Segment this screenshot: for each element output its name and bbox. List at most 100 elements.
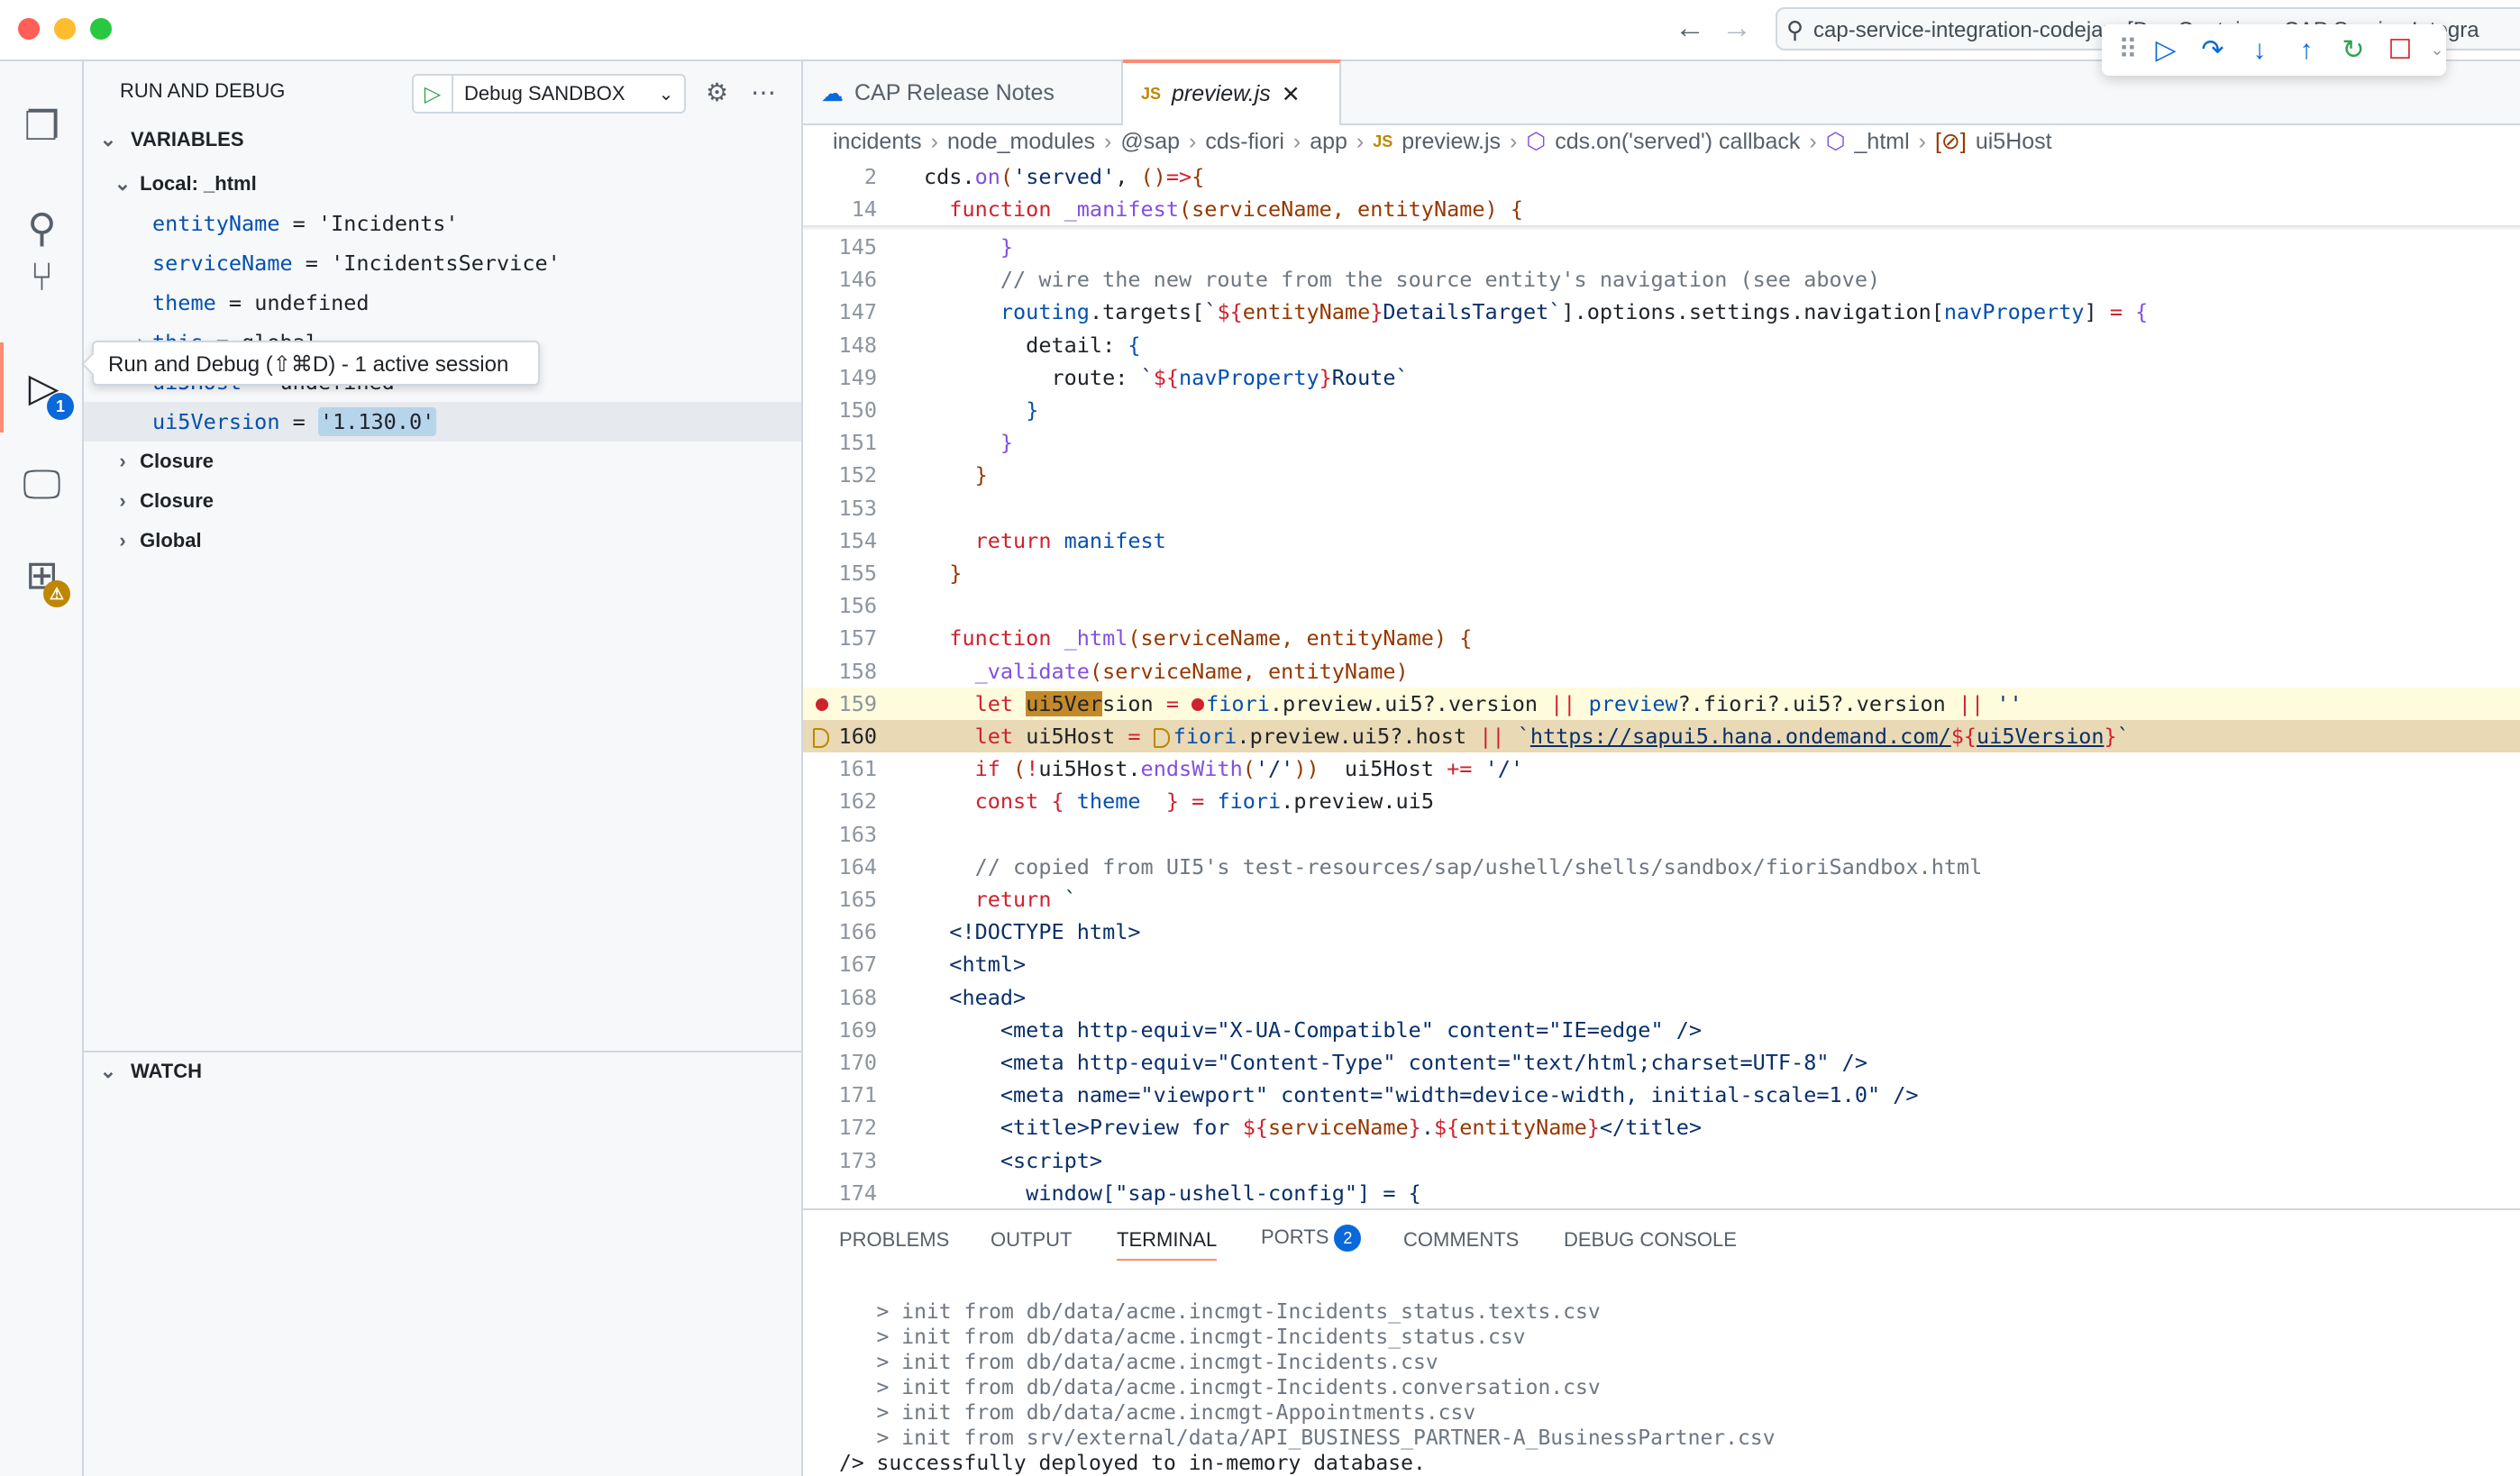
breadcrumb-item[interactable]: _html bbox=[1855, 129, 1910, 155]
code-line[interactable]: 171 <meta name="viewport" content="width… bbox=[803, 1079, 2520, 1111]
code-line[interactable]: 162 const { theme } = fiori.preview.ui5 bbox=[803, 785, 2520, 817]
run-and-debug-icon[interactable]: ▷ 1 bbox=[0, 342, 84, 433]
code-line[interactable]: 14 function _manifest(serviceName, entit… bbox=[803, 193, 2520, 225]
tab-label: PORTS bbox=[1261, 1225, 1329, 1248]
code-line[interactable]: 165 return ` bbox=[803, 883, 2520, 916]
line-number: 158 bbox=[838, 658, 877, 684]
tab-output[interactable]: OUTPUT bbox=[991, 1228, 1072, 1259]
start-debugging-icon[interactable]: ▷ bbox=[414, 76, 453, 112]
code-line[interactable]: 159 let ui5Version = fiori.preview.ui5?.… bbox=[803, 687, 2520, 720]
code-token: } bbox=[949, 560, 963, 586]
sticky-scroll-shadow bbox=[803, 225, 2520, 231]
minimize-window-button[interactable] bbox=[54, 18, 76, 40]
launch-config-select[interactable]: ▷ Debug SANDBOX ⌄ bbox=[412, 74, 686, 114]
close-tab-icon[interactable]: ✕ bbox=[1282, 81, 1301, 108]
extensions-icon[interactable]: ⊞ ⚠ bbox=[0, 539, 84, 611]
variables-section-header[interactable]: ⌄ VARIABLES bbox=[96, 128, 244, 151]
stop-icon[interactable]: ☐ bbox=[2383, 34, 2417, 66]
code-token: _manifest bbox=[1064, 196, 1179, 222]
code-line[interactable]: 170 <meta http-equiv="Content-Type" cont… bbox=[803, 1046, 2520, 1079]
code-line[interactable]: 160 let ui5Host = fiori.preview.ui5?.hos… bbox=[803, 720, 2520, 752]
code-line[interactable]: 163 bbox=[803, 818, 2520, 851]
scope-global[interactable]: › Global bbox=[84, 521, 801, 560]
code-line[interactable]: 148 detail: { bbox=[803, 329, 2520, 361]
explorer-icon[interactable]: ❐ bbox=[0, 90, 84, 162]
code-token: { bbox=[2135, 299, 2149, 325]
breadcrumb-item[interactable]: cds-fiori bbox=[1205, 129, 1284, 155]
breadcrumb-item[interactable]: preview.js bbox=[1402, 129, 1501, 155]
maximize-window-button[interactable] bbox=[90, 18, 112, 40]
tab-terminal[interactable]: TERMINAL bbox=[1117, 1228, 1218, 1261]
step-out-icon[interactable]: ↑ bbox=[2289, 35, 2324, 66]
code-line[interactable]: 154 return manifest bbox=[803, 524, 2520, 557]
breadcrumb-item[interactable]: ui5Host bbox=[1976, 129, 2052, 155]
code-line[interactable]: 2 cds.on('served', ()=>{ bbox=[803, 160, 2520, 193]
variable-row[interactable]: theme = undefined bbox=[84, 283, 801, 323]
code-token: .preview.ui5?.host bbox=[1237, 724, 1480, 749]
tab-ports[interactable]: PORTS 2 bbox=[1261, 1225, 1362, 1259]
step-into-icon[interactable]: ↓ bbox=[2242, 35, 2277, 66]
js-file-icon: JS bbox=[1141, 85, 1162, 103]
breadcrumb-item[interactable]: cds.on('served') callback bbox=[1555, 129, 1800, 155]
breadcrumb-item[interactable]: @sap bbox=[1120, 129, 1180, 155]
remote-explorer-icon[interactable]: 🖵 bbox=[0, 449, 84, 521]
code-line[interactable]: 146 // wire the new route from the sourc… bbox=[803, 263, 2520, 296]
code-line[interactable]: 155 } bbox=[803, 557, 2520, 589]
code-line[interactable]: 161 if (!ui5Host.endsWith('/')) ui5Host … bbox=[803, 752, 2520, 785]
code-line[interactable]: 172 <title>Preview for ${serviceName}.${… bbox=[803, 1111, 2520, 1143]
step-over-icon[interactable]: ↷ bbox=[2196, 34, 2230, 66]
watch-section-header[interactable]: ⌄ WATCH bbox=[96, 1060, 202, 1083]
code-line[interactable]: 173 <script> bbox=[803, 1144, 2520, 1177]
code-line[interactable]: 149 route: `${navProperty}Route` bbox=[803, 361, 2520, 394]
terminal-line: /> successfully deployed to in-memory da… bbox=[839, 1452, 1426, 1475]
code-line[interactable]: 158 _validate(serviceName, entityName) bbox=[803, 655, 2520, 688]
code-line[interactable]: 164 // copied from UI5's test-resources/… bbox=[803, 851, 2520, 883]
code-line[interactable]: 166 <!DOCTYPE html> bbox=[803, 916, 2520, 948]
tab-cap-release-notes[interactable]: ☁ CAP Release Notes bbox=[803, 61, 1123, 125]
restart-icon[interactable]: ↻ bbox=[2336, 34, 2370, 66]
chevron-down-icon[interactable]: ⌄ bbox=[648, 83, 684, 105]
forward-arrow-icon[interactable]: → bbox=[1721, 11, 1752, 46]
tab-problems[interactable]: PROBLEMS bbox=[839, 1228, 949, 1259]
breadcrumb-item[interactable]: incidents bbox=[833, 129, 922, 155]
code-line[interactable]: 152 } bbox=[803, 459, 2520, 491]
scope-closure[interactable]: › Closure bbox=[84, 481, 801, 521]
line-source: <meta http-equiv="Content-Type" content=… bbox=[924, 1046, 1867, 1079]
breadcrumb-item[interactable]: app bbox=[1310, 129, 1347, 155]
code-line[interactable]: 168 <head> bbox=[803, 981, 2520, 1014]
code-line[interactable]: 153 bbox=[803, 492, 2520, 524]
divider bbox=[84, 1051, 801, 1052]
tab-debug-console[interactable]: DEBUG CONSOLE bbox=[1564, 1228, 1737, 1259]
code-line[interactable]: 169 <meta http-equiv="X-UA-Compatible" c… bbox=[803, 1014, 2520, 1046]
drag-handle-icon[interactable]: ⠿ bbox=[2118, 34, 2138, 66]
gear-icon[interactable]: ⚙ bbox=[706, 77, 728, 107]
close-window-button[interactable] bbox=[18, 18, 40, 40]
code-line[interactable]: 157 function _html(serviceName, entityNa… bbox=[803, 622, 2520, 654]
source-control-icon[interactable]: ⑂ bbox=[0, 241, 84, 314]
breadcrumb-item[interactable]: node_modules bbox=[947, 129, 1095, 155]
back-arrow-icon[interactable]: ← bbox=[1675, 11, 1705, 46]
code-line[interactable]: 145 } bbox=[803, 231, 2520, 263]
code-line[interactable]: 151 } bbox=[803, 426, 2520, 459]
code-editor[interactable]: 2 cds.on('served', ()=>{14 function _mani… bbox=[803, 160, 2520, 1206]
code-line[interactable]: 167 <html> bbox=[803, 948, 2520, 980]
variable-row[interactable]: entityName = 'Incidents' bbox=[84, 204, 801, 243]
tab-comments[interactable]: COMMENTS bbox=[1403, 1228, 1519, 1259]
code-line[interactable]: 150 } bbox=[803, 394, 2520, 426]
tab-preview-js[interactable]: JS preview.js ✕ bbox=[1123, 59, 1341, 125]
debug-toolbar: ⠿ ▷ ↷ ↓ ↑ ↻ ☐ ⌄ bbox=[2102, 24, 2446, 76]
more-actions-icon[interactable]: ⋯ bbox=[751, 77, 776, 107]
code-token: return bbox=[974, 887, 1064, 912]
code-line[interactable]: 147 routing.targets[`${entityName}Detail… bbox=[803, 296, 2520, 328]
code-line[interactable]: 156 bbox=[803, 589, 2520, 622]
variable-row-selected[interactable]: ui5Version = '1.130.0' bbox=[84, 402, 801, 442]
continue-icon[interactable]: ▷ bbox=[2149, 34, 2183, 66]
variable-row[interactable]: serviceName = 'IncidentsService' bbox=[84, 243, 801, 283]
scope-local[interactable]: ⌄ Local: _html bbox=[84, 164, 801, 204]
chevron-down-icon[interactable]: ⌄ bbox=[2430, 41, 2444, 59]
scope-closure[interactable]: › Closure bbox=[84, 442, 801, 481]
code-line[interactable]: 174 window["sap-ushell-config"] = { bbox=[803, 1177, 2520, 1206]
